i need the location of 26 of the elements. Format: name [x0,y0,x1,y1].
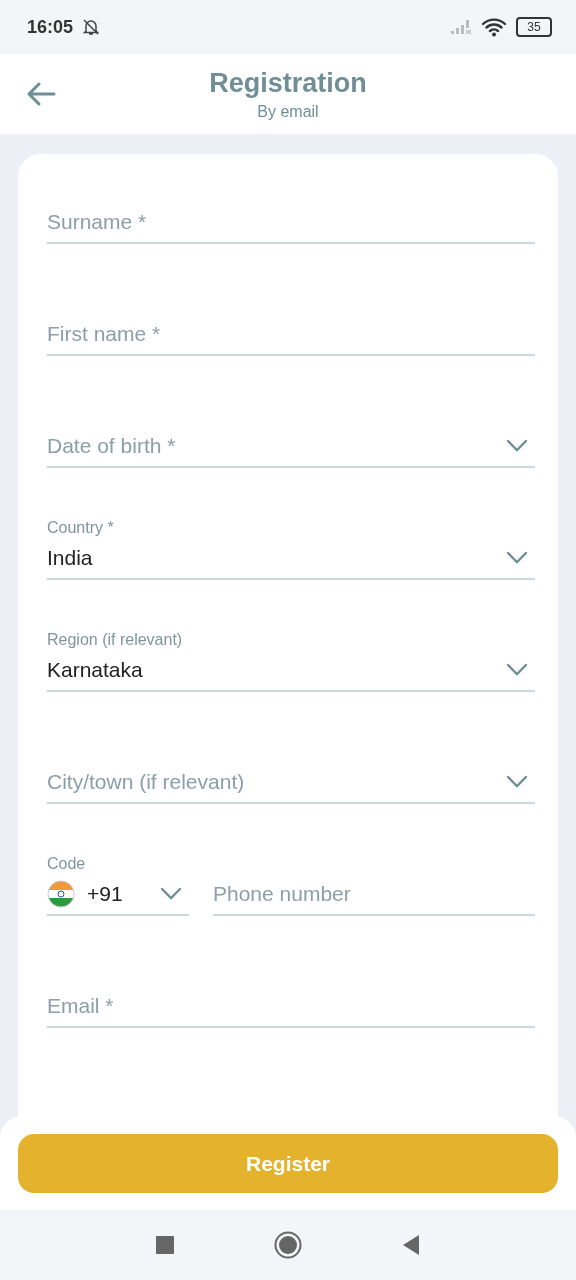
chevron-down-icon [160,887,182,901]
status-time: 16:05 [27,16,74,38]
phone-input[interactable]: Phone number [213,874,535,916]
wifi-icon [482,17,508,37]
signal-icon [450,19,474,35]
bell-off-icon [81,17,102,37]
chevron-down-icon [506,775,528,789]
dropdown-field[interactable]: Karnataka [47,650,535,692]
input-field[interactable]: First name * [47,314,535,356]
field-label: Region (if relevant) [47,631,183,648]
back-button[interactable] [26,81,56,107]
chevron-down-icon [506,663,528,677]
input-field[interactable]: Email * [47,986,535,1028]
country-code-dropdown[interactable]: +91 [47,874,189,916]
chevron-down-icon [506,551,528,565]
chevron-down-icon [506,439,528,453]
input-field[interactable]: Surname * [47,202,535,244]
battery-icon: 35 [516,17,552,37]
page-subtitle: By email [257,102,319,121]
page-title: Registration [209,67,367,99]
field-label: Country * [47,519,114,536]
home-icon[interactable] [274,1231,302,1259]
flag-icon [47,880,75,908]
dropdown-field[interactable]: India [47,538,535,580]
field-label: Code [47,855,86,872]
back-icon[interactable] [402,1234,420,1256]
